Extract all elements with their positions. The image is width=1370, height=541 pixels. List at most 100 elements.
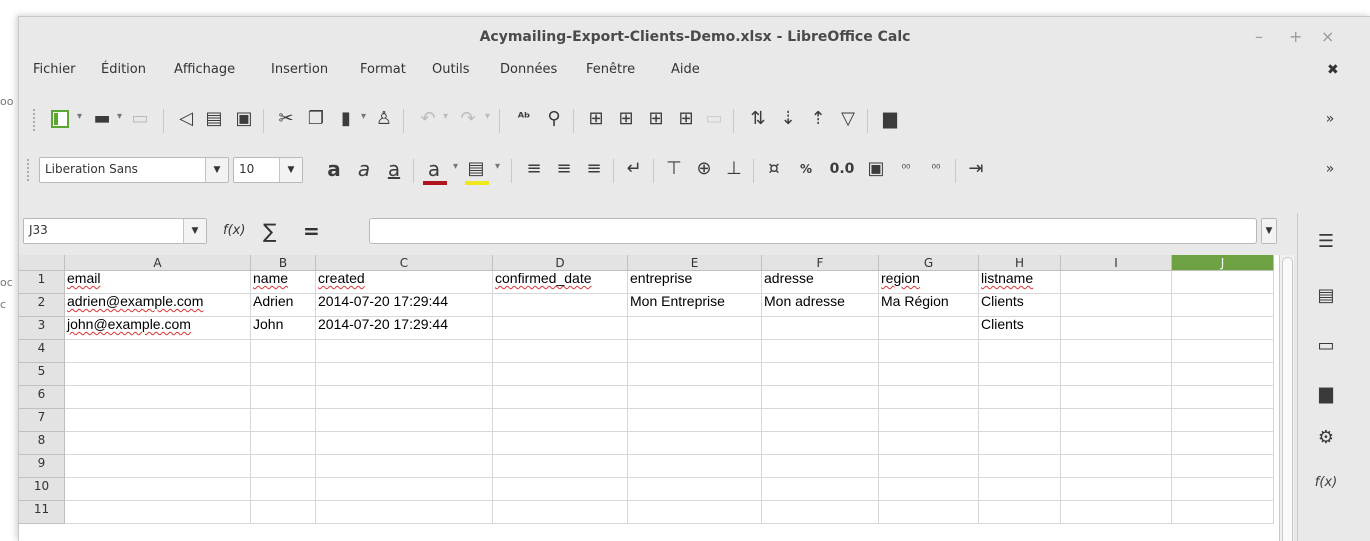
cell-d5[interactable] — [493, 363, 628, 386]
cell-c4[interactable] — [316, 340, 493, 363]
expand-formula-button[interactable]: ▼ — [1261, 218, 1277, 244]
spelling-icon[interactable]: ᴬᵇ — [513, 109, 535, 129]
name-box[interactable]: J33 ▼ — [23, 218, 207, 244]
cell-h10[interactable] — [979, 478, 1061, 501]
column-header-c[interactable]: C — [316, 255, 493, 271]
cell-d10[interactable] — [493, 478, 628, 501]
cell-h5[interactable] — [979, 363, 1061, 386]
minimize-button[interactable]: – — [1255, 27, 1263, 46]
cell-i3[interactable] — [1061, 317, 1172, 340]
cell-d2[interactable] — [493, 294, 628, 317]
cell-i8[interactable] — [1061, 432, 1172, 455]
delete-row-icon[interactable]: ⊞ — [645, 109, 667, 129]
row-header[interactable]: 9 — [19, 455, 65, 478]
underline-button[interactable]: a — [383, 159, 405, 179]
gallery-icon[interactable]: ▆ — [1313, 383, 1339, 404]
cell-g1[interactable]: region — [879, 271, 979, 294]
chevron-down-icon[interactable]: ▾ — [361, 111, 366, 122]
cell-i11[interactable] — [1061, 501, 1172, 524]
cell-e5[interactable] — [628, 363, 762, 386]
cell-a9[interactable] — [65, 455, 251, 478]
column-icon[interactable]: ⊞ — [615, 109, 637, 129]
row-header[interactable]: 7 — [19, 409, 65, 432]
scrollbar-thumb[interactable] — [1282, 257, 1293, 541]
function-wizard-button[interactable]: f(x) — [223, 223, 245, 238]
cell-d4[interactable] — [493, 340, 628, 363]
add-decimal-icon[interactable]: ⁰⁰ — [895, 159, 917, 179]
cell-f11[interactable] — [762, 501, 879, 524]
cell-h7[interactable] — [979, 409, 1061, 432]
cut-icon[interactable]: ✂ — [275, 109, 297, 129]
cell-h2[interactable]: Clients — [979, 294, 1061, 317]
cell-d3[interactable] — [493, 317, 628, 340]
cell-b11[interactable] — [251, 501, 316, 524]
row-header[interactable]: 4 — [19, 340, 65, 363]
column-header-d[interactable]: D — [493, 255, 628, 271]
cell-a3[interactable]: john@example.com — [65, 317, 251, 340]
cell-e1[interactable]: entreprise — [628, 271, 762, 294]
chevron-down-icon[interactable]: ▾ — [117, 111, 122, 122]
column-header-i[interactable]: I — [1061, 255, 1172, 271]
cell-f4[interactable] — [762, 340, 879, 363]
close-button[interactable]: × — [1321, 27, 1334, 46]
bold-button[interactable]: a — [323, 159, 345, 179]
chevron-down-icon[interactable]: ▾ — [495, 161, 500, 172]
menu-affichage[interactable]: Affichage — [174, 62, 235, 77]
align-left-icon[interactable]: ≡ — [523, 159, 545, 179]
cell-e11[interactable] — [628, 501, 762, 524]
font-color-button[interactable]: a — [423, 159, 445, 179]
cell-g9[interactable] — [879, 455, 979, 478]
cell-g11[interactable] — [879, 501, 979, 524]
cell-j8[interactable] — [1172, 432, 1274, 455]
row-header[interactable]: 11 — [19, 501, 65, 524]
open-icon[interactable]: ▭ — [129, 109, 151, 129]
undo-icon[interactable]: ↶ — [417, 109, 439, 129]
new-document-icon[interactable] — [49, 109, 71, 134]
cell-b2[interactable]: Adrien — [251, 294, 316, 317]
cell-e7[interactable] — [628, 409, 762, 432]
chevron-down-icon[interactable]: ▼ — [205, 158, 228, 182]
menu-fenetre[interactable]: Fenêtre — [586, 62, 635, 77]
cell-h8[interactable] — [979, 432, 1061, 455]
export-pdf-icon[interactable]: ◁ — [175, 109, 197, 129]
cell-h6[interactable] — [979, 386, 1061, 409]
cell-g2[interactable]: Ma Région — [879, 294, 979, 317]
cell-d11[interactable] — [493, 501, 628, 524]
cell-b8[interactable] — [251, 432, 316, 455]
cell-h4[interactable] — [979, 340, 1061, 363]
cell-d8[interactable] — [493, 432, 628, 455]
center-vertically-icon[interactable]: ⊕ — [693, 159, 715, 179]
maximize-button[interactable]: + — [1289, 27, 1302, 46]
cell-j4[interactable] — [1172, 340, 1274, 363]
chevron-down-icon[interactable]: ▼ — [279, 158, 302, 182]
sort-icon[interactable]: ⇅ — [747, 109, 769, 129]
cell-d7[interactable] — [493, 409, 628, 432]
align-right-icon[interactable]: ≡ — [583, 159, 605, 179]
title-bar[interactable]: Acymailing-Export-Clients-Demo.xlsx - Li… — [19, 17, 1370, 57]
insert-image-icon[interactable]: ▆ — [879, 109, 901, 129]
column-header-b[interactable]: B — [251, 255, 316, 271]
cell-d1[interactable]: confirmed_date — [493, 271, 628, 294]
cell-j1[interactable] — [1172, 271, 1274, 294]
wrap-text-icon[interactable]: ↵ — [623, 159, 645, 179]
row-header[interactable]: 5 — [19, 363, 65, 386]
overflow-chevron-icon[interactable]: » — [1319, 109, 1341, 129]
paste-icon[interactable]: ▮ — [335, 109, 357, 129]
menu-insertion[interactable]: Insertion — [271, 62, 328, 77]
cell-j11[interactable] — [1172, 501, 1274, 524]
cell-b9[interactable] — [251, 455, 316, 478]
highlight-icon[interactable]: ▤ — [465, 159, 487, 179]
sidebar-menu-icon[interactable]: ☰ — [1313, 231, 1339, 252]
cell-f6[interactable] — [762, 386, 879, 409]
cell-j2[interactable] — [1172, 294, 1274, 317]
cell-c7[interactable] — [316, 409, 493, 432]
cell-j10[interactable] — [1172, 478, 1274, 501]
cell-d9[interactable] — [493, 455, 628, 478]
spreadsheet-grid[interactable]: A B C D E F G H I J 1 email name created confirmed_dat… — [19, 255, 1279, 541]
search-icon[interactable]: ⚲ — [543, 109, 565, 129]
cell-c3[interactable]: 2014-07-20 17:29:44 — [316, 317, 493, 340]
cell-j5[interactable] — [1172, 363, 1274, 386]
cell-h9[interactable] — [979, 455, 1061, 478]
menu-donnees[interactable]: Données — [500, 62, 557, 77]
cell-g8[interactable] — [879, 432, 979, 455]
